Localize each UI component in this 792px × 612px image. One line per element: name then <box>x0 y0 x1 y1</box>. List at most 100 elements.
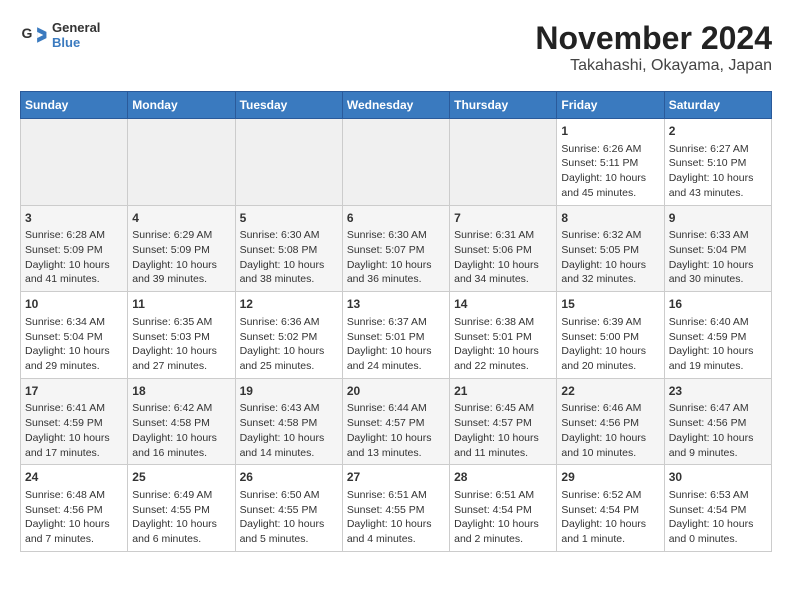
day-info: Sunrise: 6:39 AM <box>561 315 659 330</box>
day-info: Sunset: 5:09 PM <box>132 243 230 258</box>
day-info: Sunset: 4:56 PM <box>561 416 659 431</box>
calendar-cell: 20Sunrise: 6:44 AMSunset: 4:57 PMDayligh… <box>342 378 449 465</box>
day-info: Sunrise: 6:28 AM <box>25 228 123 243</box>
day-info: Sunset: 4:58 PM <box>132 416 230 431</box>
day-number: 12 <box>240 296 338 313</box>
day-number: 26 <box>240 469 338 486</box>
day-info: Sunrise: 6:51 AM <box>454 488 552 503</box>
day-info: Daylight: 10 hours and 32 minutes. <box>561 258 659 287</box>
day-info: Sunset: 5:10 PM <box>669 156 767 171</box>
day-info: Sunset: 5:07 PM <box>347 243 445 258</box>
day-info: Sunrise: 6:38 AM <box>454 315 552 330</box>
calendar-cell: 18Sunrise: 6:42 AMSunset: 4:58 PMDayligh… <box>128 378 235 465</box>
day-info: Daylight: 10 hours and 4 minutes. <box>347 517 445 546</box>
day-info: Sunset: 4:54 PM <box>669 503 767 518</box>
day-info: Daylight: 10 hours and 16 minutes. <box>132 431 230 460</box>
day-info: Sunrise: 6:35 AM <box>132 315 230 330</box>
day-info: Sunset: 5:06 PM <box>454 243 552 258</box>
day-info: Sunset: 4:59 PM <box>25 416 123 431</box>
calendar-cell: 5Sunrise: 6:30 AMSunset: 5:08 PMDaylight… <box>235 205 342 292</box>
calendar-cell: 14Sunrise: 6:38 AMSunset: 5:01 PMDayligh… <box>450 292 557 379</box>
calendar-cell: 3Sunrise: 6:28 AMSunset: 5:09 PMDaylight… <box>21 205 128 292</box>
day-info: Sunrise: 6:29 AM <box>132 228 230 243</box>
day-info: Sunset: 4:59 PM <box>669 330 767 345</box>
calendar-cell: 21Sunrise: 6:45 AMSunset: 4:57 PMDayligh… <box>450 378 557 465</box>
calendar-cell: 10Sunrise: 6:34 AMSunset: 5:04 PMDayligh… <box>21 292 128 379</box>
day-info: Daylight: 10 hours and 43 minutes. <box>669 171 767 200</box>
day-number: 19 <box>240 383 338 400</box>
header-monday: Monday <box>128 92 235 119</box>
day-info: Sunset: 5:04 PM <box>669 243 767 258</box>
day-number: 24 <box>25 469 123 486</box>
calendar-header: SundayMondayTuesdayWednesdayThursdayFrid… <box>21 92 772 119</box>
day-number: 4 <box>132 210 230 227</box>
calendar-cell: 23Sunrise: 6:47 AMSunset: 4:56 PMDayligh… <box>664 378 771 465</box>
day-number: 5 <box>240 210 338 227</box>
day-number: 21 <box>454 383 552 400</box>
day-info: Sunrise: 6:26 AM <box>561 142 659 157</box>
day-info: Sunset: 5:08 PM <box>240 243 338 258</box>
day-info: Sunset: 4:54 PM <box>561 503 659 518</box>
header-tuesday: Tuesday <box>235 92 342 119</box>
day-number: 16 <box>669 296 767 313</box>
day-info: Sunset: 4:55 PM <box>347 503 445 518</box>
calendar-cell: 30Sunrise: 6:53 AMSunset: 4:54 PMDayligh… <box>664 465 771 552</box>
day-info: Daylight: 10 hours and 29 minutes. <box>25 344 123 373</box>
calendar-cell: 2Sunrise: 6:27 AMSunset: 5:10 PMDaylight… <box>664 119 771 206</box>
day-info: Sunset: 4:55 PM <box>132 503 230 518</box>
day-info: Sunrise: 6:31 AM <box>454 228 552 243</box>
calendar-cell: 6Sunrise: 6:30 AMSunset: 5:07 PMDaylight… <box>342 205 449 292</box>
calendar-cell: 24Sunrise: 6:48 AMSunset: 4:56 PMDayligh… <box>21 465 128 552</box>
calendar-cell: 17Sunrise: 6:41 AMSunset: 4:59 PMDayligh… <box>21 378 128 465</box>
logo-text: General Blue <box>52 20 100 50</box>
logo-line1: General <box>52 20 100 35</box>
day-info: Sunrise: 6:51 AM <box>347 488 445 503</box>
day-info: Daylight: 10 hours and 19 minutes. <box>669 344 767 373</box>
day-info: Daylight: 10 hours and 22 minutes. <box>454 344 552 373</box>
calendar-cell: 8Sunrise: 6:32 AMSunset: 5:05 PMDaylight… <box>557 205 664 292</box>
calendar-cell <box>342 119 449 206</box>
day-number: 30 <box>669 469 767 486</box>
day-number: 7 <box>454 210 552 227</box>
day-info: Sunrise: 6:33 AM <box>669 228 767 243</box>
week-row-3: 17Sunrise: 6:41 AMSunset: 4:59 PMDayligh… <box>21 378 772 465</box>
day-info: Sunset: 5:03 PM <box>132 330 230 345</box>
day-number: 22 <box>561 383 659 400</box>
day-info: Daylight: 10 hours and 2 minutes. <box>454 517 552 546</box>
header: G General Blue November 2024 Takahashi, … <box>20 20 772 75</box>
calendar-cell: 13Sunrise: 6:37 AMSunset: 5:01 PMDayligh… <box>342 292 449 379</box>
day-info: Daylight: 10 hours and 20 minutes. <box>561 344 659 373</box>
calendar-cell: 11Sunrise: 6:35 AMSunset: 5:03 PMDayligh… <box>128 292 235 379</box>
logo: G General Blue <box>20 20 100 50</box>
day-info: Daylight: 10 hours and 9 minutes. <box>669 431 767 460</box>
day-info: Daylight: 10 hours and 14 minutes. <box>240 431 338 460</box>
day-number: 27 <box>347 469 445 486</box>
day-info: Daylight: 10 hours and 38 minutes. <box>240 258 338 287</box>
day-info: Sunrise: 6:47 AM <box>669 401 767 416</box>
day-info: Daylight: 10 hours and 36 minutes. <box>347 258 445 287</box>
logo-line2: Blue <box>52 35 100 50</box>
day-info: Sunset: 5:01 PM <box>347 330 445 345</box>
calendar-cell: 22Sunrise: 6:46 AMSunset: 4:56 PMDayligh… <box>557 378 664 465</box>
day-info: Sunset: 5:04 PM <box>25 330 123 345</box>
day-info: Sunrise: 6:30 AM <box>347 228 445 243</box>
day-info: Sunrise: 6:27 AM <box>669 142 767 157</box>
calendar-cell: 15Sunrise: 6:39 AMSunset: 5:00 PMDayligh… <box>557 292 664 379</box>
week-row-2: 10Sunrise: 6:34 AMSunset: 5:04 PMDayligh… <box>21 292 772 379</box>
day-number: 25 <box>132 469 230 486</box>
day-info: Sunrise: 6:44 AM <box>347 401 445 416</box>
day-info: Sunrise: 6:52 AM <box>561 488 659 503</box>
day-number: 14 <box>454 296 552 313</box>
day-info: Sunset: 4:57 PM <box>454 416 552 431</box>
calendar-cell <box>450 119 557 206</box>
calendar-cell: 7Sunrise: 6:31 AMSunset: 5:06 PMDaylight… <box>450 205 557 292</box>
calendar-cell: 9Sunrise: 6:33 AMSunset: 5:04 PMDaylight… <box>664 205 771 292</box>
header-friday: Friday <box>557 92 664 119</box>
calendar-cell: 28Sunrise: 6:51 AMSunset: 4:54 PMDayligh… <box>450 465 557 552</box>
calendar-cell: 29Sunrise: 6:52 AMSunset: 4:54 PMDayligh… <box>557 465 664 552</box>
header-thursday: Thursday <box>450 92 557 119</box>
calendar-cell: 25Sunrise: 6:49 AMSunset: 4:55 PMDayligh… <box>128 465 235 552</box>
day-number: 9 <box>669 210 767 227</box>
day-number: 15 <box>561 296 659 313</box>
day-info: Daylight: 10 hours and 45 minutes. <box>561 171 659 200</box>
